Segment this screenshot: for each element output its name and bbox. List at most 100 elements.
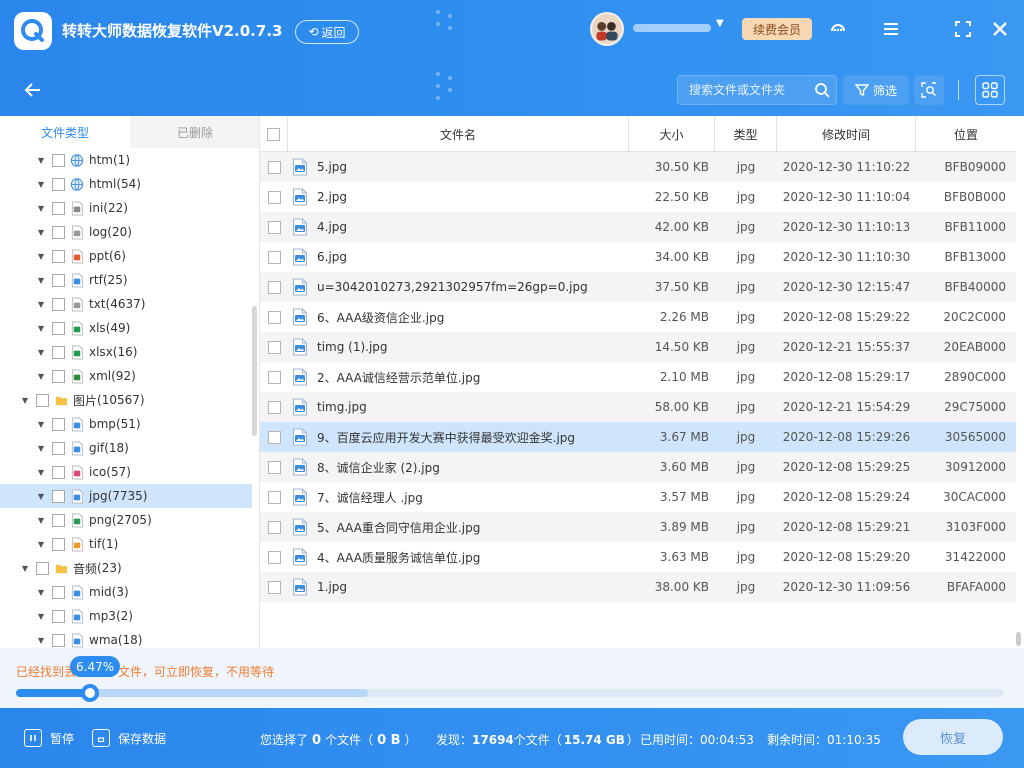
row-checkbox[interactable] — [267, 190, 281, 204]
tree-item-xml[interactable]: ▼ xml (92) — [0, 364, 252, 388]
row-checkbox[interactable] — [267, 580, 281, 594]
tree-item-checkbox[interactable] — [52, 417, 65, 431]
tree-item-wma[interactable]: ▼ wma (18) — [0, 628, 252, 648]
column-header-size[interactable]: 大小 — [629, 116, 715, 152]
tree-item-checkbox[interactable] — [52, 321, 65, 335]
row-checkbox[interactable] — [267, 160, 281, 174]
search-input[interactable] — [678, 76, 808, 104]
select-all-checkbox[interactable] — [267, 127, 280, 141]
tree-item-checkbox[interactable] — [52, 465, 65, 479]
tree-item-checkbox[interactable] — [52, 177, 65, 191]
table-row[interactable]: 5、AAA重合同守信用企业.jpg 3.89 MB jpg 2020-12-08 15… — [260, 512, 1016, 542]
menu-icon[interactable] — [879, 17, 903, 41]
tab-deleted[interactable]: 已删除 — [130, 116, 259, 148]
row-checkbox[interactable] — [267, 340, 281, 354]
maximize-icon[interactable] — [951, 17, 975, 41]
tree-item-xls[interactable]: ▼ xls (49) — [0, 316, 252, 340]
tree-item-图片[interactable]: ▼ 图片 (10567) — [0, 388, 252, 412]
recover-button[interactable]: 恢复 — [903, 719, 1003, 755]
tree-item-checkbox[interactable] — [52, 585, 65, 599]
row-checkbox[interactable] — [267, 220, 281, 234]
row-checkbox[interactable] — [267, 310, 281, 324]
filter-button[interactable]: 筛选 — [843, 75, 909, 105]
expand-arrow-icon[interactable]: ▼ — [20, 396, 30, 405]
tree-item-checkbox[interactable] — [52, 273, 65, 287]
tree-item-checkbox[interactable] — [36, 393, 49, 407]
expand-arrow-icon[interactable]: ▼ — [36, 324, 46, 333]
user-menu-caret-icon[interactable]: ▼ — [716, 18, 724, 29]
row-checkbox[interactable] — [267, 520, 281, 534]
row-checkbox[interactable] — [267, 400, 281, 414]
tree-item-ico[interactable]: ▼ ico (57) — [0, 460, 252, 484]
column-header-type[interactable]: 类型 — [715, 116, 777, 152]
expand-arrow-icon[interactable]: ▼ — [36, 612, 46, 621]
expand-arrow-icon[interactable]: ▼ — [36, 420, 46, 429]
sidebar-scrollbar[interactable] — [252, 306, 257, 436]
expand-arrow-icon[interactable]: ▼ — [36, 276, 46, 285]
tree-item-txt[interactable]: ▼ txt (4637) — [0, 292, 252, 316]
tree-item-checkbox[interactable] — [36, 561, 49, 575]
expand-arrow-icon[interactable]: ▼ — [36, 204, 46, 213]
tree-item-checkbox[interactable] — [52, 489, 65, 503]
row-checkbox[interactable] — [267, 550, 281, 564]
table-row[interactable]: 7、诚信经理人 .jpg 3.57 MB jpg 2020-12-08 15:29:2… — [260, 482, 1016, 512]
expand-arrow-icon[interactable]: ▼ — [36, 492, 46, 501]
tree-item-checkbox[interactable] — [52, 201, 65, 215]
tree-item-mp3[interactable]: ▼ mp3 (2) — [0, 604, 252, 628]
nav-back-arrow-icon[interactable] — [22, 80, 44, 100]
expand-arrow-icon[interactable]: ▼ — [36, 372, 46, 381]
tree-item-mid[interactable]: ▼ mid (3) — [0, 580, 252, 604]
expand-arrow-icon[interactable]: ▼ — [36, 468, 46, 477]
table-row[interactable]: 6.jpg 34.00 KB jpg 2020-12-30 11:10:30 BFB13… — [260, 242, 1016, 272]
tree-item-ppt[interactable]: ▼ ppt (6) — [0, 244, 252, 268]
tree-item-log[interactable]: ▼ log (20) — [0, 220, 252, 244]
tree-item-checkbox[interactable] — [52, 633, 65, 647]
column-header-modified[interactable]: 修改时间 — [777, 116, 916, 152]
tree-item-bmp[interactable]: ▼ bmp (51) — [0, 412, 252, 436]
row-checkbox[interactable] — [267, 460, 281, 474]
renew-vip-button[interactable]: 续费会员 — [742, 18, 812, 40]
tree-item-htm[interactable]: ▼ htm (1) — [0, 148, 252, 172]
tree-item-jpg[interactable]: ▼ jpg (7735) — [0, 484, 252, 508]
tree-item-ini[interactable]: ▼ ini (22) — [0, 196, 252, 220]
table-row[interactable]: 2、AAA诚信经营示范单位.jpg 2.10 MB jpg 2020-12-08 15… — [260, 362, 1016, 392]
table-row[interactable]: u=3042010273,2921302957fm=26gp=0.jpg 37.5… — [260, 272, 1016, 302]
column-header-name[interactable]: 文件名 — [288, 116, 629, 152]
expand-arrow-icon[interactable]: ▼ — [20, 564, 30, 573]
tree-item-checkbox[interactable] — [52, 369, 65, 383]
tree-item-checkbox[interactable] — [52, 225, 65, 239]
tree-item-checkbox[interactable] — [52, 609, 65, 623]
row-checkbox[interactable] — [267, 280, 281, 294]
table-row[interactable]: 4.jpg 42.00 KB jpg 2020-12-30 11:10:13 BFB11… — [260, 212, 1016, 242]
tree-item-checkbox[interactable] — [52, 249, 65, 263]
row-checkbox[interactable] — [267, 370, 281, 384]
tree-item-checkbox[interactable] — [52, 513, 65, 527]
table-row[interactable]: 4、AAA质量服务诚信单位.jpg 3.63 MB jpg 2020-12-08 15… — [260, 542, 1016, 572]
expand-arrow-icon[interactable]: ▼ — [36, 348, 46, 357]
tree-item-rtf[interactable]: ▼ rtf (25) — [0, 268, 252, 292]
tree-item-tif[interactable]: ▼ tif (1) — [0, 532, 252, 556]
expand-arrow-icon[interactable]: ▼ — [36, 540, 46, 549]
table-row[interactable]: 8、诚信企业家 (2).jpg 3.60 MB jpg 2020-12-08 15:2… — [260, 452, 1016, 482]
back-button[interactable]: ⟲ 返回 — [295, 20, 359, 44]
expand-arrow-icon[interactable]: ▼ — [36, 516, 46, 525]
scan-search-button[interactable] — [914, 75, 944, 105]
tree-item-xlsx[interactable]: ▼ xlsx (16) — [0, 340, 252, 364]
tab-file-type[interactable]: 文件类型 — [0, 116, 130, 148]
pause-button[interactable]: 暂停 — [24, 729, 74, 747]
tree-item-checkbox[interactable] — [52, 297, 65, 311]
table-row[interactable]: timg.jpg 58.00 KB jpg 2020-12-21 15:54:29 29… — [260, 392, 1016, 422]
tree-item-png[interactable]: ▼ png (2705) — [0, 508, 252, 532]
table-row[interactable]: 5.jpg 30.50 KB jpg 2020-12-30 11:10:22 BFB09… — [260, 152, 1016, 182]
search-icon[interactable] — [814, 82, 830, 98]
save-data-button[interactable]: 保存数据 — [92, 729, 166, 747]
grid-view-button[interactable] — [975, 75, 1005, 105]
tree-item-html[interactable]: ▼ html (54) — [0, 172, 252, 196]
support-icon[interactable] — [826, 17, 850, 41]
table-scrollbar[interactable] — [1016, 632, 1021, 646]
avatar[interactable] — [590, 12, 624, 46]
expand-arrow-icon[interactable]: ▼ — [36, 636, 46, 645]
table-row[interactable]: 9、百度云应用开发大赛中获得最受欢迎金奖.jpg 3.67 MB jpg 2020-1… — [260, 422, 1016, 452]
table-row[interactable]: 2.jpg 22.50 KB jpg 2020-12-30 11:10:04 BFB0B… — [260, 182, 1016, 212]
row-checkbox[interactable] — [267, 490, 281, 504]
